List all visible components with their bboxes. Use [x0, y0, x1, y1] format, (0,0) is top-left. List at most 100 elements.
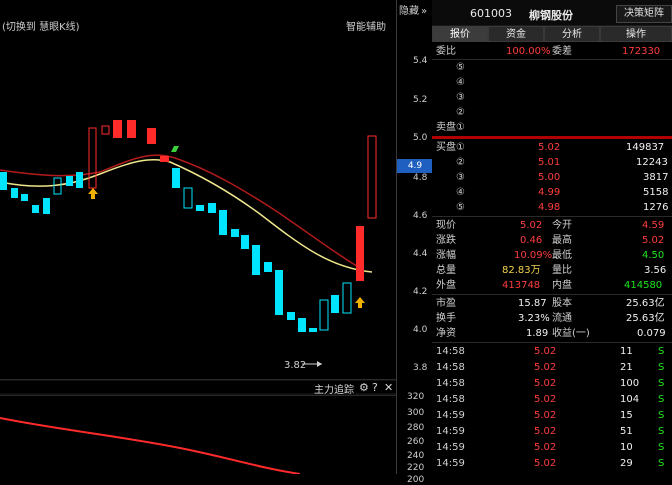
candle	[208, 203, 216, 213]
help-icon[interactable]: ?	[372, 381, 378, 394]
buy-level-index: ④	[456, 187, 465, 198]
candle	[231, 229, 239, 237]
stat-value: 10.09%	[514, 250, 553, 261]
tick-side: S	[658, 410, 665, 421]
stat2-label: 流通	[552, 313, 572, 324]
candles	[0, 120, 377, 332]
tick-volume: 100	[620, 378, 640, 389]
axis-tick: 4.4	[413, 249, 428, 259]
sell-level-index: ③	[456, 92, 465, 103]
hide-button[interactable]: 隐藏»	[399, 2, 427, 17]
gear-icon[interactable]: ⚙	[359, 381, 369, 394]
buy-arrow-icon	[355, 297, 365, 308]
tab-funds[interactable]: 资金	[488, 26, 544, 42]
quote-tabs: 报价 资金 分析 操作	[432, 26, 672, 42]
tick-time: 14:58	[436, 394, 465, 405]
quote-header: 601003 柳钢股份 决策矩阵	[432, 0, 672, 26]
stat-label: 现价	[436, 220, 456, 231]
bottom-panel-title[interactable]: 主力追踪	[314, 381, 354, 396]
tick-side: S	[658, 362, 665, 373]
stat-label: 今开	[552, 220, 572, 231]
low-marker-arrow	[317, 361, 322, 367]
candle	[252, 245, 260, 275]
candle	[11, 188, 18, 198]
candle	[147, 128, 156, 144]
stat-value: 4.50	[642, 250, 665, 261]
stat-label: 最低	[552, 250, 572, 261]
buy-level-3: ③ 5.00 3817	[432, 170, 672, 185]
buy-level-5: ⑤ 4.98 1276	[432, 200, 672, 215]
candle	[309, 328, 317, 332]
kline-chart[interactable]: (切换到 慧眼K线) 智能辅助 3.82 主力追踪 ⚙ ? ✕	[0, 0, 396, 474]
axis-tick: 5.0	[413, 133, 428, 143]
buy-level-4: ④ 4.99 5158	[432, 185, 672, 200]
candle	[298, 318, 306, 332]
stat-row: 外盘 413748 内盘 414580	[432, 278, 672, 293]
ma-yellow-line	[0, 158, 373, 273]
buy-level-index: ①	[456, 142, 465, 153]
stat2-label: 收益(一)	[552, 328, 590, 339]
axis-tick: 5.4	[413, 56, 428, 66]
axis-tick: 3.8	[413, 363, 428, 373]
tick-volume: 21	[620, 362, 633, 373]
committee-pct: 100.00%	[506, 46, 551, 57]
candle	[21, 194, 28, 201]
tick-time: 14:58	[436, 362, 465, 373]
stat-label: 最高	[552, 235, 572, 246]
axis-tick: 5.2	[413, 95, 428, 105]
buy-level-index: ⑤	[456, 202, 465, 213]
stat-value: 414580	[624, 280, 663, 291]
stat2-value: 25.63亿	[626, 313, 665, 324]
candle	[319, 299, 329, 331]
axis-tick: 4.8	[413, 173, 428, 183]
stat2-row: 市盈 15.87 股本 25.63亿	[432, 296, 672, 311]
tab-operation[interactable]: 操作	[600, 26, 672, 42]
stat-value: 413748	[502, 280, 541, 291]
sell-level-2: ②	[432, 105, 672, 120]
stat-label: 外盘	[436, 280, 456, 291]
stat-value: 82.83万	[502, 265, 541, 276]
tick-row: 14:58 5.02 104 S	[432, 392, 672, 407]
tab-quote[interactable]: 报价	[432, 26, 488, 42]
candle	[172, 168, 180, 188]
stat-label: 内盘	[552, 280, 572, 291]
buy-volume: 149837	[626, 142, 665, 153]
tick-price: 5.02	[534, 442, 557, 453]
stat-label: 量比	[552, 265, 572, 276]
stat2-label: 市盈	[436, 298, 456, 309]
stat-value: 5.02	[642, 235, 665, 246]
close-icon[interactable]: ✕	[384, 381, 393, 394]
tick-price: 5.02	[534, 426, 557, 437]
candle	[219, 210, 227, 235]
buy-price: 4.98	[538, 202, 561, 213]
stat2-value: 3.23%	[518, 313, 550, 324]
tick-time: 14:59	[436, 426, 465, 437]
axis-tick: 240	[407, 451, 425, 461]
stat2-value: 25.63亿	[626, 298, 665, 309]
stat-label: 涨幅	[436, 250, 456, 261]
tab-analysis[interactable]: 分析	[544, 26, 600, 42]
tick-side: S	[658, 394, 665, 405]
stat-value: 0.46	[520, 235, 543, 246]
sell-level-1: 卖盘 ①	[432, 120, 672, 135]
axis-tick: 4.2	[413, 287, 428, 297]
quote-panel: 601003 柳钢股份 决策矩阵 报价 资金 分析 操作 委比 100.00% …	[432, 0, 672, 474]
orderbook-divider	[432, 136, 672, 139]
buy-arrow-icon	[88, 188, 98, 199]
buy-level-index: ②	[456, 157, 465, 168]
sell-level-index: ⑤	[456, 62, 465, 73]
stat2-value: 1.89	[526, 328, 549, 339]
tick-side: S	[658, 442, 665, 453]
tick-volume: 51	[620, 426, 633, 437]
candle	[160, 156, 169, 162]
committee-row: 委比 100.00% 委差 172330	[432, 44, 672, 59]
tick-row: 14:59 5.02 10 S	[432, 440, 672, 455]
decision-matrix-button[interactable]: 决策矩阵	[616, 5, 672, 23]
stat2-value: 0.079	[637, 328, 666, 339]
buy-volume: 12243	[636, 157, 668, 168]
tick-row: 14:59 5.02 29 S	[432, 456, 672, 471]
axis-tick: 300	[407, 408, 425, 418]
price-axis: 隐藏» 5.4 5.2 5.0 4.9 4.8 4.6 4.4 4.2 4.0 …	[396, 0, 433, 485]
buy-price: 4.99	[538, 187, 561, 198]
tick-row: 14:58 5.02 100 S	[432, 376, 672, 391]
